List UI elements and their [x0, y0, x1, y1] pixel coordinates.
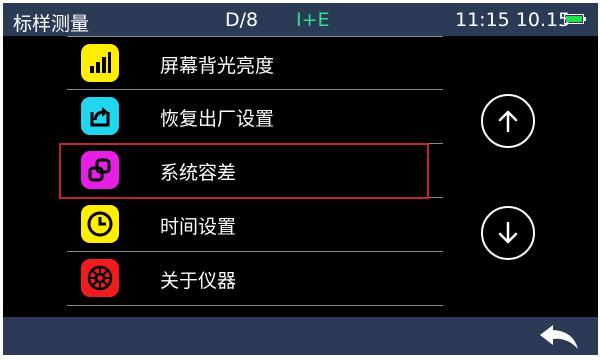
signal-bars-icon: [81, 44, 119, 82]
datetime-display: 11:15 10.15: [455, 9, 571, 31]
battery-level: [566, 16, 582, 22]
status-bar: 标样测量 D/8 I+E 11:15 10.15: [3, 3, 598, 36]
back-button[interactable]: [537, 323, 581, 351]
menu-item-factory-reset[interactable]: 恢复出厂设置: [67, 90, 443, 144]
scroll-down-button[interactable]: [481, 206, 535, 260]
bottom-bar: [3, 317, 598, 355]
restore-icon: [81, 97, 119, 135]
page-title: 标样测量: [13, 13, 90, 35]
menu-item-time-settings[interactable]: 时间设置: [67, 198, 443, 252]
tolerance-icon: [81, 151, 119, 189]
menu-item-label: 恢复出厂设置: [160, 108, 275, 130]
info-wheel-icon: [81, 259, 119, 297]
battery-icon: [564, 14, 584, 24]
menu-item-label: 关于仪器: [160, 270, 237, 292]
menu-item-label: 时间设置: [160, 216, 237, 238]
clock-icon: [81, 205, 119, 243]
status-mark: I+E: [296, 9, 330, 31]
measurement-mode: D/8: [225, 9, 259, 31]
menu-item-tolerance[interactable]: 系统容差: [59, 143, 443, 199]
arrow-up-icon: [498, 110, 518, 133]
menu-item-label: 系统容差: [160, 162, 237, 184]
battery-tip: [584, 17, 586, 21]
menu-item-label: 屏幕背光亮度: [160, 55, 275, 77]
scroll-up-button[interactable]: [481, 94, 535, 148]
menu-item-about[interactable]: 关于仪器: [67, 252, 443, 306]
device-screen: 标样测量 D/8 I+E 11:15 10.15 屏幕背光亮度 恢复出厂设置 系…: [3, 3, 598, 355]
menu-item-backlight[interactable]: 屏幕背光亮度: [67, 36, 443, 90]
settings-menu: 屏幕背光亮度 恢复出厂设置 系统容差 时间设置 关于仪器: [59, 36, 443, 316]
back-arrow-icon: [540, 325, 578, 349]
arrow-down-icon: [498, 221, 518, 244]
